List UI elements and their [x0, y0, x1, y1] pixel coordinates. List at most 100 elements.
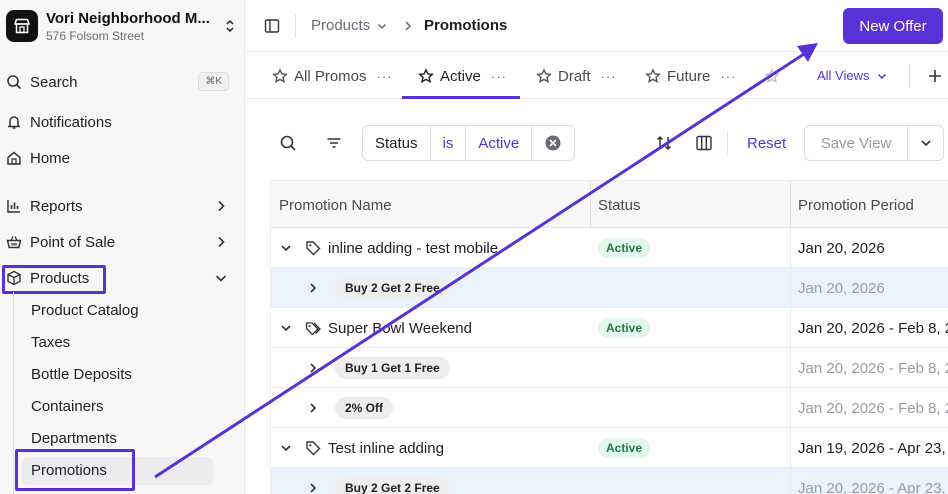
promotion-name: inline adding - test mobile [328, 239, 499, 257]
filter-field[interactable]: Status [363, 126, 431, 160]
clear-filter-icon[interactable] [532, 126, 574, 160]
star-icon [272, 68, 288, 84]
breadcrumb-current: Promotions [424, 17, 508, 34]
chevron-down-icon [215, 275, 227, 282]
sidebar-item-label: Point of Sale [30, 233, 116, 251]
bar-chart-icon [6, 198, 22, 214]
chevron-down-icon[interactable] [279, 441, 293, 455]
divider [909, 64, 910, 88]
store-switcher[interactable]: Vori Neighborhood M... 576 Folsom Street [6, 8, 238, 44]
column-header-status[interactable]: Status [590, 181, 790, 229]
status-badge: Active [598, 318, 651, 338]
tab-label: Future [667, 67, 711, 85]
chevron-right-icon[interactable] [306, 401, 320, 415]
filter-operator[interactable]: is [431, 126, 467, 160]
search-icon [6, 74, 22, 90]
sidebar-item-label: Reports [30, 197, 83, 215]
divider [295, 14, 296, 38]
tags-icon [305, 322, 321, 336]
sidebar-subitem-containers[interactable]: Containers [31, 393, 104, 419]
tab-label: Active [440, 67, 481, 85]
promotions-table: Promotion Name Status Promotion Period i… [270, 180, 948, 494]
promotion-period: Jan 19, 2026 - Apr 23, 2026 [798, 439, 948, 457]
tab-future[interactable]: Future ··· [645, 53, 736, 99]
table-row[interactable]: Buy 2 Get 2 Free Jan 20, 2026 [271, 268, 948, 308]
table-row[interactable]: Buy 2 Get 2 Free Jan 20, 2026 - Apr 23, … [271, 468, 948, 494]
filter-icon[interactable] [325, 134, 343, 152]
status-badge: Active [598, 238, 651, 258]
submenu-tree-line [13, 292, 14, 494]
table-row[interactable]: Test inline adding Active Jan 19, 2026 -… [271, 428, 948, 468]
sidebar-subitem-taxes[interactable]: Taxes [31, 329, 70, 355]
new-offer-button[interactable]: New Offer [843, 8, 943, 44]
columns-icon[interactable] [695, 134, 713, 152]
highlight-box-products [2, 265, 106, 294]
table-row[interactable]: Super Bowl Weekend Active Jan 20, 2026 -… [271, 308, 948, 348]
breadcrumb-parent-label: Products [311, 17, 371, 34]
sidebar-subitem-departments[interactable]: Departments [31, 425, 117, 451]
chevron-down-icon[interactable] [279, 241, 293, 255]
highlight-box-promotions [15, 449, 135, 491]
table-header: Promotion Name Status Promotion Period [271, 180, 948, 229]
sidebar-item-reports[interactable]: Reports [0, 192, 245, 220]
table-row[interactable]: inline adding - test mobile Active Jan 2… [271, 228, 948, 268]
reset-button[interactable]: Reset [747, 135, 786, 152]
save-view-button[interactable]: Save View [804, 125, 944, 161]
promotion-name: Super Bowl Weekend [328, 319, 472, 337]
chevron-down-icon[interactable] [908, 136, 943, 150]
chevron-down-icon [877, 73, 886, 79]
all-views-dropdown[interactable]: All Views [817, 68, 888, 83]
column-header-name[interactable]: Promotion Name [271, 181, 590, 229]
sidebar-item-label: Search [30, 73, 78, 91]
sidebar-item-notifications[interactable]: Notifications [0, 108, 245, 136]
chevron-right-icon[interactable] [306, 281, 320, 295]
home-icon [6, 150, 22, 166]
tab-more-icon[interactable]: ··· [720, 69, 736, 84]
divider [727, 131, 728, 155]
offer-pill: 2% Off [335, 397, 394, 419]
tab-more-icon[interactable]: ··· [377, 69, 393, 84]
offer-pill: Buy 2 Get 2 Free [335, 477, 450, 494]
store-icon [6, 10, 38, 42]
tab-more-icon[interactable]: ··· [491, 69, 507, 84]
tab-all-promos[interactable]: All Promos ··· [272, 53, 393, 99]
top-bar: Products Promotions New Offer [246, 0, 948, 52]
star-icon [764, 68, 780, 84]
promotion-period: Jan 20, 2026 [798, 239, 885, 257]
sidebar-toggle-icon[interactable] [264, 18, 280, 34]
sidebar: Vori Neighborhood M... 576 Folsom Street… [0, 0, 245, 494]
sidebar-item-home[interactable]: Home [0, 144, 245, 172]
chevron-right-icon[interactable] [306, 481, 320, 494]
sidebar-item-point-of-sale[interactable]: Point of Sale [0, 228, 245, 256]
chevron-right-icon [218, 200, 225, 212]
star-icon [418, 68, 434, 84]
search-shortcut: ⌘K [198, 72, 229, 91]
column-divider [790, 228, 791, 494]
status-filter-chip[interactable]: Status is Active [362, 125, 575, 161]
offer-pill: Buy 2 Get 2 Free [335, 277, 450, 299]
chevron-right-icon [218, 236, 225, 248]
chevron-down-icon[interactable] [279, 321, 293, 335]
sidebar-subitem-bottle-deposits[interactable]: Bottle Deposits [31, 361, 132, 387]
breadcrumb-products[interactable]: Products [311, 17, 388, 34]
table-row[interactable]: Buy 1 Get 1 Free Jan 20, 2026 - Feb 8, 2… [271, 348, 948, 388]
filter-value[interactable]: Active [466, 126, 533, 160]
tab-more-icon[interactable]: ··· [601, 69, 617, 84]
chevron-right-icon[interactable] [306, 361, 320, 375]
sidebar-subitem-product-catalog[interactable]: Product Catalog [31, 297, 139, 323]
promotion-period: Jan 20, 2026 - Feb 8, 2026 [798, 399, 948, 417]
save-view-label: Save View [805, 126, 908, 160]
sidebar-item-search[interactable]: Search ⌘K [0, 68, 245, 96]
sort-icon[interactable] [655, 134, 673, 152]
store-name: Vori Neighborhood M... [46, 9, 210, 27]
plus-icon[interactable] [926, 67, 944, 85]
table-row[interactable]: 2% Off Jan 20, 2026 - Feb 8, 2026 [271, 388, 948, 428]
column-header-period[interactable]: Promotion Period [790, 181, 948, 229]
offer-pill: Buy 1 Get 1 Free [335, 357, 450, 379]
tab-active[interactable]: Active ··· [418, 53, 507, 99]
chevron-up-down-icon[interactable] [222, 14, 238, 38]
promotion-period: Jan 20, 2026 - Feb 8, 2026 [798, 359, 948, 377]
promotion-period: Jan 20, 2026 - Feb 8, 2026 [798, 319, 948, 337]
tab-draft[interactable]: Draft ··· [536, 53, 617, 99]
search-icon[interactable] [279, 134, 297, 152]
